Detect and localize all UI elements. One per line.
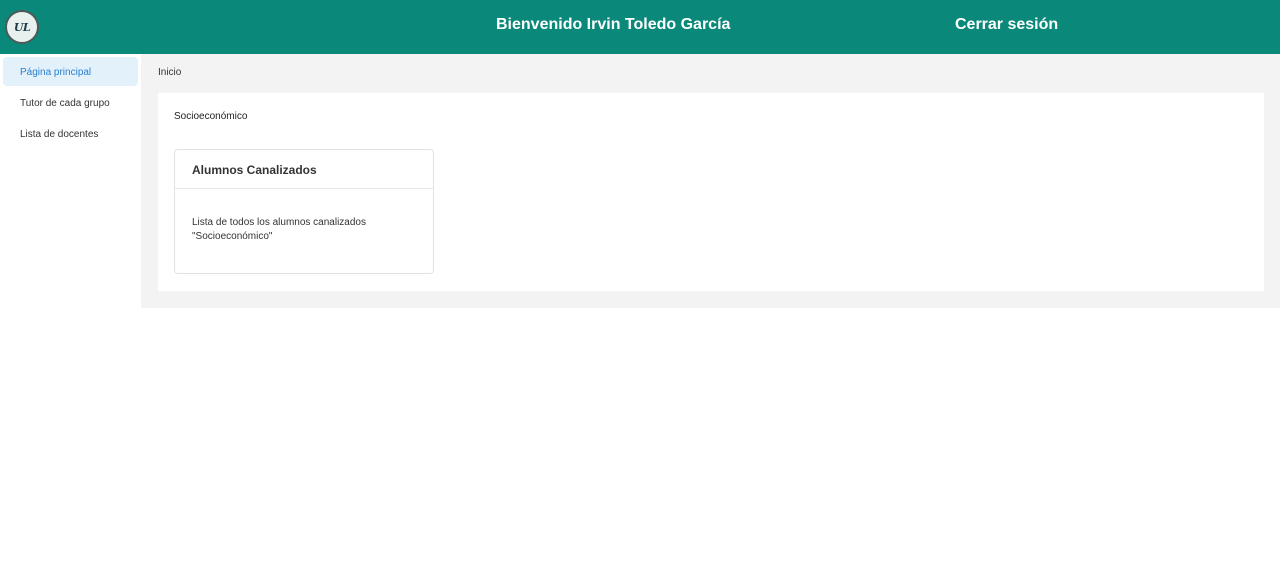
logout-button[interactable]: Cerrar sesión xyxy=(955,16,1058,34)
sidebar-item-lista-docentes[interactable]: Lista de docentes xyxy=(3,119,138,148)
breadcrumb: Inicio xyxy=(158,67,182,78)
card-description-line1: Lista de todos los alumnos canalizados xyxy=(192,217,366,228)
logo-text: UL xyxy=(13,20,31,34)
welcome-message: Bienvenido Irvin Toledo García xyxy=(496,16,731,33)
card-title: Alumnos Canalizados xyxy=(175,150,433,189)
alumnos-canalizados-card[interactable]: Alumnos Canalizados Lista de todos los a… xyxy=(174,149,434,274)
section-title: Socioeconómico xyxy=(174,111,248,122)
card-description: Lista de todos los alumnos canalizados "… xyxy=(175,189,433,244)
sidebar: Página principal Tutor de cada grupo Lis… xyxy=(0,54,141,308)
card-description-line2: "Socioeconómico" xyxy=(192,231,273,242)
logo-icon[interactable]: UL xyxy=(5,10,39,44)
content-panel: Socioeconómico Alumnos Canalizados Lista… xyxy=(158,93,1264,291)
sidebar-item-tutor-grupo[interactable]: Tutor de cada grupo xyxy=(3,88,138,117)
main-content: Inicio Socioeconómico Alumnos Canalizado… xyxy=(141,54,1280,308)
top-bar: UL Bienvenido Irvin Toledo García Cerrar… xyxy=(0,0,1280,54)
sidebar-item-pagina-principal[interactable]: Página principal xyxy=(3,57,138,86)
